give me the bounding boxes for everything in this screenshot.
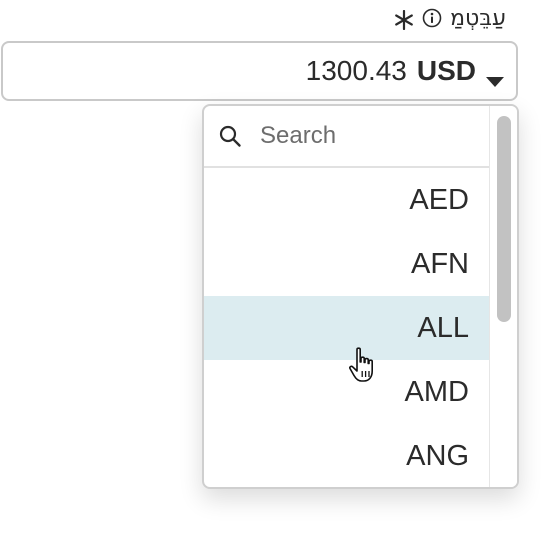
currency-dropdown: AED AFN ALL AMD ANG [202, 104, 519, 489]
search-input[interactable] [258, 121, 472, 151]
currency-search [204, 106, 491, 168]
field-label: עַבֵּטְמַ [394, 2, 506, 34]
selected-currency: USD [416, 55, 476, 86]
dropdown-scrollbar[interactable] [489, 106, 517, 487]
option-label: AMD [404, 375, 469, 408]
option-label: ANG [406, 439, 469, 472]
scrollbar-thumb[interactable] [497, 116, 511, 322]
option-label: AED [409, 183, 469, 216]
option-label: ALL [417, 311, 469, 344]
currency-option-ang[interactable]: ANG [204, 424, 491, 487]
currency-option-afn[interactable]: AFN [204, 232, 491, 296]
amount-currency-select[interactable]: 1300.43 USD [1, 41, 518, 101]
search-icon [218, 124, 242, 148]
option-label: AFN [411, 247, 469, 280]
field-label-text: עַבֵּטְמַ [450, 5, 506, 31]
currency-options-list: AED AFN ALL AMD ANG [204, 168, 491, 487]
info-icon[interactable] [422, 8, 442, 28]
currency-option-aed[interactable]: AED [204, 168, 491, 232]
hand-pointer-icon [348, 346, 382, 384]
caret-down-icon[interactable] [484, 64, 506, 87]
required-asterisk-icon [394, 8, 414, 31]
amount-value: 1300.43 [305, 55, 407, 86]
